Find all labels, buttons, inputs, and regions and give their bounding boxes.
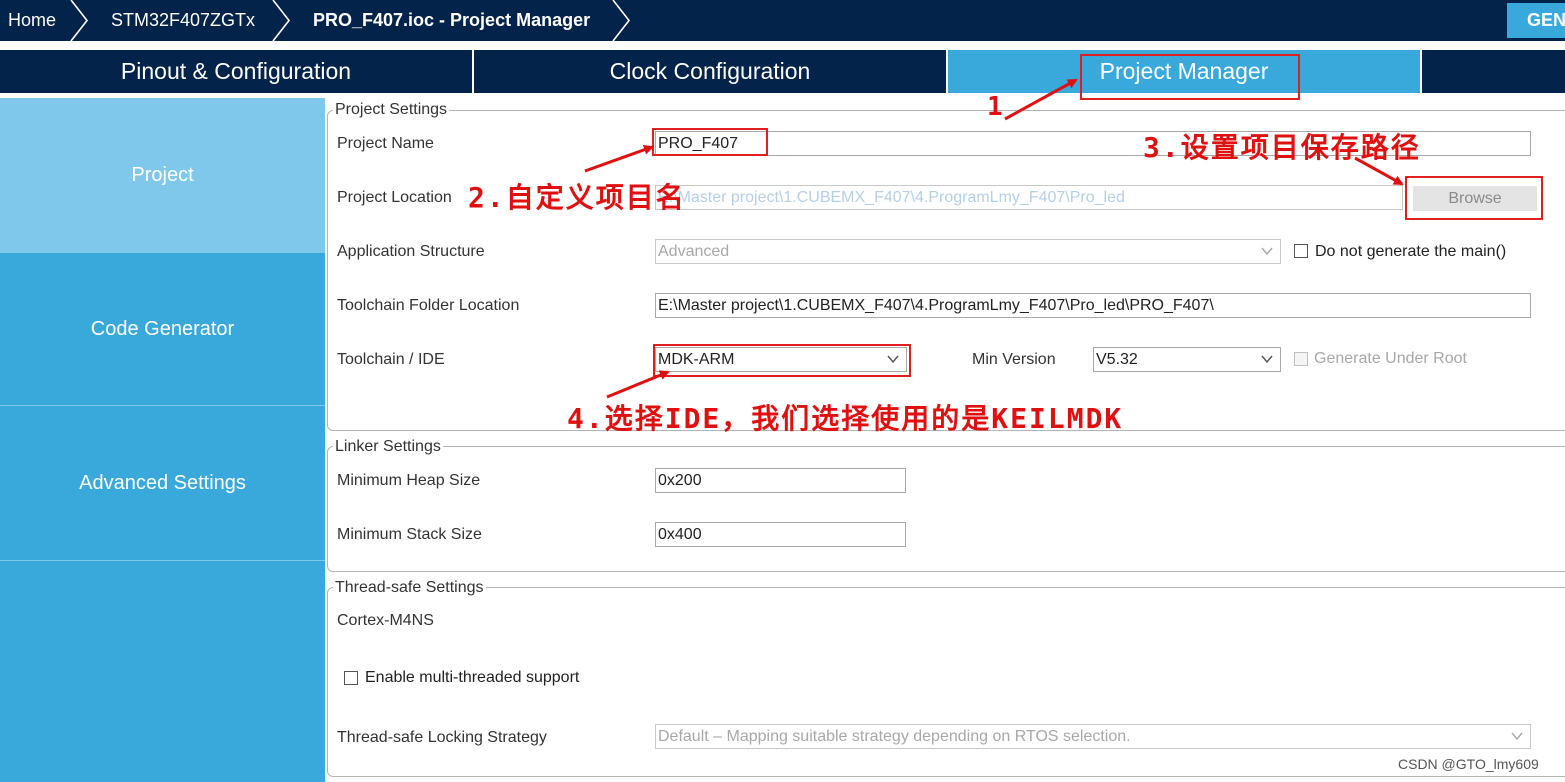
do-not-generate-main-label: Do not generate the main() xyxy=(1315,243,1507,260)
generate-under-root-label: Generate Under Root xyxy=(1314,350,1467,367)
toolchain-folder-label: Toolchain Folder Location xyxy=(337,297,520,314)
project-location-label: Project Location xyxy=(337,189,452,206)
project-name-label: Project Name xyxy=(337,135,434,152)
tab-tools[interactable] xyxy=(1422,50,1565,93)
breadcrumb-device[interactable]: STM32F407ZGTx xyxy=(111,0,255,41)
toolchain-ide-label: Toolchain / IDE xyxy=(337,351,445,368)
chevron-down-icon xyxy=(1511,732,1523,741)
minimum-heap-size-input[interactable]: 0x200 xyxy=(655,468,906,493)
generate-code-button[interactable]: GEN xyxy=(1507,3,1565,38)
linker-settings-legend: Linker Settings xyxy=(333,438,443,456)
project-settings-legend: Project Settings xyxy=(333,101,450,119)
enable-multithread-checkbox[interactable] xyxy=(344,671,358,685)
cortex-core-label: Cortex-M4NS xyxy=(337,612,434,629)
annotation-step1: 1 xyxy=(987,92,1005,122)
annotation-box-browse xyxy=(1405,176,1543,220)
do-not-generate-main-checkbox[interactable] xyxy=(1294,244,1308,258)
project-location-input[interactable]: E:\Master project\1.CUBEMX_F407\4.Progra… xyxy=(655,185,1403,210)
sidebar: Project Code Generator Advanced Settings xyxy=(0,98,325,782)
locking-strategy-label: Thread-safe Locking Strategy xyxy=(337,729,547,746)
annotation-box-toolchain-ide xyxy=(653,344,911,377)
annotation-step3: 3.设置项目保存路径 xyxy=(1143,131,1421,164)
annotation-step2: 2.自定义项目名 xyxy=(468,181,686,214)
min-version-select[interactable]: V5.32 xyxy=(1093,347,1281,372)
annotation-step4: 4.选择IDE，我们选择使用的是KEILMDK xyxy=(567,402,1124,435)
breadcrumb: Home STM32F407ZGTx PRO_F407.ioc - Projec… xyxy=(0,0,1565,41)
chevron-down-icon xyxy=(1261,247,1273,256)
linker-settings-group xyxy=(327,446,1565,572)
sidebar-divider xyxy=(0,560,325,561)
tab-pinout-configuration[interactable]: Pinout & Configuration xyxy=(0,50,472,93)
min-version-label: Min Version xyxy=(972,351,1056,368)
main-tabs: Pinout & Configuration Clock Configurati… xyxy=(0,50,1565,93)
annotation-box-project-manager xyxy=(1080,54,1300,100)
sidebar-item-advanced-settings[interactable]: Advanced Settings xyxy=(0,406,325,560)
watermark: CSDN @GTO_lmy609 xyxy=(1398,756,1539,772)
generate-under-root-checkbox[interactable] xyxy=(1294,352,1308,366)
application-structure-value: Advanced xyxy=(658,243,730,260)
thread-safe-settings-legend: Thread-safe Settings xyxy=(333,579,486,597)
sidebar-item-code-generator[interactable]: Code Generator xyxy=(0,253,325,405)
sidebar-item-project[interactable]: Project xyxy=(0,98,325,253)
chevron-right-icon xyxy=(270,0,292,41)
minimum-stack-size-input[interactable]: 0x400 xyxy=(655,522,906,547)
locking-strategy-select[interactable]: Default – Mapping suitable strategy depe… xyxy=(655,724,1531,749)
locking-strategy-value: Default – Mapping suitable strategy depe… xyxy=(658,728,1131,745)
application-structure-label: Application Structure xyxy=(337,243,485,260)
chevron-down-icon xyxy=(1261,355,1273,364)
toolchain-folder-input[interactable]: E:\Master project\1.CUBEMX_F407\4.Progra… xyxy=(655,293,1531,318)
minimum-heap-size-label: Minimum Heap Size xyxy=(337,472,481,489)
min-version-value: V5.32 xyxy=(1096,351,1138,368)
chevron-right-icon xyxy=(68,0,90,41)
minimum-stack-size-label: Minimum Stack Size xyxy=(337,526,482,543)
breadcrumb-home[interactable]: Home xyxy=(8,0,56,41)
tab-clock-configuration[interactable]: Clock Configuration xyxy=(474,50,946,93)
chevron-right-icon xyxy=(610,0,632,41)
enable-multithread-label: Enable multi-threaded support xyxy=(365,669,580,686)
application-structure-select[interactable]: Advanced xyxy=(655,239,1281,264)
annotation-box-project-name xyxy=(652,128,768,156)
breadcrumb-current: PRO_F407.ioc - Project Manager xyxy=(313,10,591,30)
